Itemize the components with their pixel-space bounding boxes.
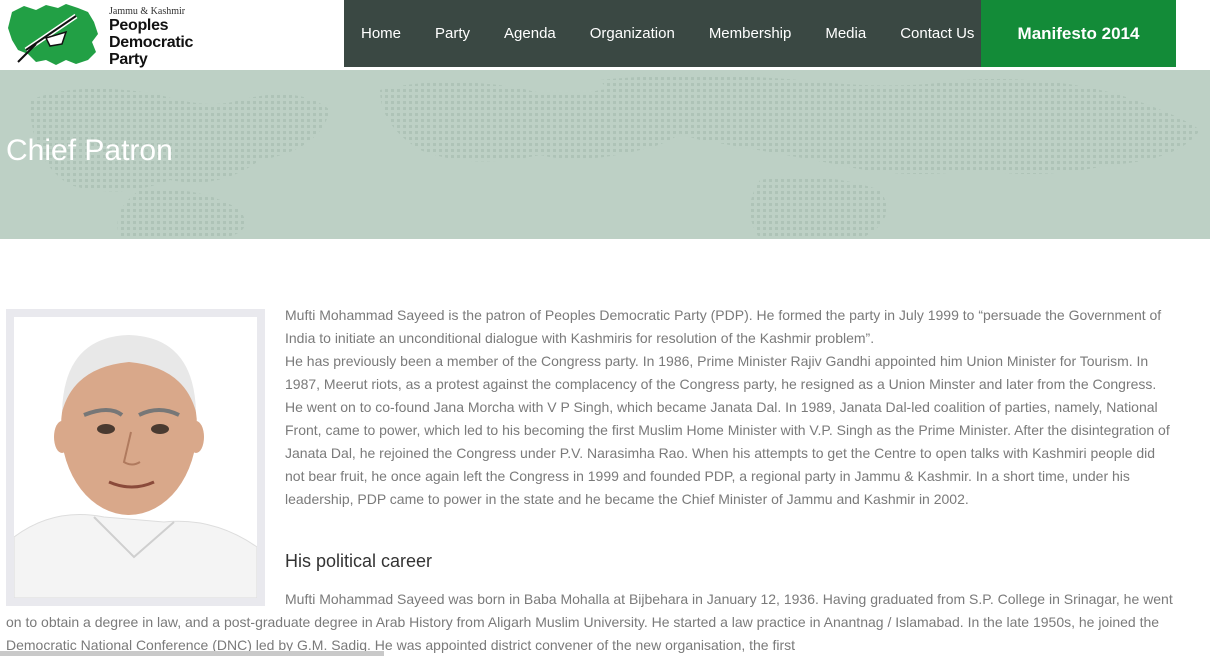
logo-party-name: Peoples Democratic Party [109,17,193,68]
nav-organization[interactable]: Organization [573,25,692,42]
patron-photo [14,317,257,598]
horizontal-scrollbar[interactable] [0,651,384,656]
logo-name-line-3: Party [109,51,148,68]
patron-photo-frame [6,309,265,606]
page-banner: Chief Patron [0,70,1210,239]
nav-media[interactable]: Media [808,25,883,42]
main-navigation: Home Party Agenda Organization Membershi… [344,0,981,67]
logo-name-line-1: Peoples [109,17,169,34]
nav-membership[interactable]: Membership [692,25,809,42]
page-title: Chief Patron [6,134,173,167]
political-career-heading: His political career [285,551,433,571]
logo-tagline: Jammu & Kashmir [109,6,186,17]
manifesto-2014-button[interactable]: Manifesto 2014 [981,0,1176,67]
party-logo[interactable]: Jammu & Kashmir Peoples Democratic Party [6,2,206,68]
career-paragraph: Mufti Mohammad Sayeed was born in Baba M… [6,591,1173,653]
bio-paragraph-2: He has previously been a member of the C… [285,353,1170,507]
nav-contact-us[interactable]: Contact Us [883,25,991,42]
bio-paragraph-1: Mufti Mohammad Sayeed is the patron of P… [285,307,1162,346]
kashmir-map-logo-icon [8,4,98,65]
nav-agenda[interactable]: Agenda [487,25,573,42]
nav-home[interactable]: Home [344,25,418,42]
logo-name-line-2: Democratic [109,34,194,51]
patron-portrait-image [14,317,257,598]
patron-biography: Mufti Mohammad Sayeed is the patron of P… [285,304,1178,511]
header-bar: Jammu & Kashmir Peoples Democratic Party… [0,0,1210,70]
nav-party[interactable]: Party [418,25,487,42]
world-map-dots-background [30,75,1200,239]
